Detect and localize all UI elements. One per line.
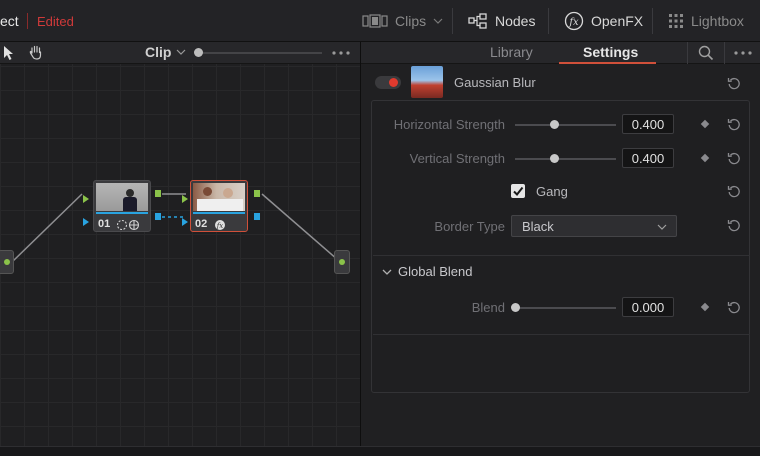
node-02-label: 02: [195, 218, 208, 230]
node-connections: [11, 193, 339, 263]
chevron-down-icon: [382, 269, 392, 275]
section-divider: [373, 334, 750, 335]
gang-checkbox[interactable]: [511, 184, 525, 198]
node-01-thumbnail: [96, 183, 148, 211]
nodes-button[interactable]: Nodes: [468, 10, 535, 32]
chevron-down-icon: [657, 224, 667, 230]
vertical-strength-slider[interactable]: [515, 153, 616, 165]
blend-slider[interactable]: [511, 302, 616, 314]
gang-label: Gang: [536, 184, 568, 199]
keyframe-icon[interactable]: [700, 302, 710, 312]
node-02-thumbnail: [193, 183, 245, 211]
toolbar-divider: [452, 8, 453, 34]
reset-icon[interactable]: [727, 218, 741, 232]
node-02-rgb-input[interactable]: [182, 190, 188, 203]
vertical-strength-label: Vertical Strength: [409, 151, 505, 166]
global-blend-label: Global Blend: [398, 264, 473, 279]
corrector-node-02-selected[interactable]: 02 fx: [190, 180, 248, 232]
clips-button[interactable]: Clips: [362, 10, 443, 32]
horizontal-strength-slider[interactable]: [515, 119, 616, 131]
clips-icon: [362, 14, 388, 28]
fx-icon: fx: [564, 11, 584, 31]
project-title: ect: [0, 13, 19, 29]
node-01-label: 01: [98, 218, 111, 230]
source-input-pad[interactable]: [0, 250, 14, 274]
edited-status: Edited: [37, 14, 74, 29]
node-02-alpha-input[interactable]: [182, 213, 188, 226]
keyframe-icon[interactable]: [700, 153, 710, 163]
horizontal-strength-label: Horizontal Strength: [393, 117, 505, 132]
toolbar-divider: [548, 8, 549, 34]
border-type-value: Black: [522, 219, 554, 234]
node-01-rgb-output[interactable]: [155, 190, 161, 197]
clips-label: Clips: [395, 13, 427, 29]
section-divider: [373, 255, 750, 256]
chevron-down-icon: [433, 18, 443, 24]
reset-icon[interactable]: [727, 300, 741, 314]
corrector-node-01[interactable]: 01: [93, 180, 151, 232]
nodes-label: Nodes: [495, 13, 536, 29]
effect-enable-toggle[interactable]: [375, 76, 401, 89]
top-toolbar: ect Edited Clips Nodes fx OpenFX Lightbo…: [0, 0, 760, 42]
lightbox-button[interactable]: Lightbox: [668, 10, 744, 32]
openfx-inspector: Library Settings Gaussian Blur Horizonta…: [361, 42, 760, 456]
search-icon[interactable]: [698, 45, 714, 61]
active-tab-underline: [559, 62, 656, 64]
vertical-strength-input[interactable]: 0.400: [622, 148, 674, 168]
reset-icon[interactable]: [727, 117, 741, 131]
node-01-status-icons: [116, 219, 140, 231]
blend-input[interactable]: 0.000: [622, 297, 674, 317]
border-type-label: Border Type: [434, 219, 505, 234]
openfx-label: OpenFX: [591, 13, 644, 29]
effect-parameters: Horizontal Strength 0.400 Vertical Stren…: [371, 100, 750, 393]
lightbox-label: Lightbox: [691, 13, 744, 29]
checkmark-icon: [513, 186, 524, 197]
title-divider: [27, 13, 28, 29]
keyframe-icon[interactable]: [700, 119, 710, 129]
inspector-tabs: Library Settings: [361, 42, 760, 64]
reset-icon[interactable]: [727, 151, 741, 165]
openfx-button[interactable]: fx OpenFX: [564, 10, 643, 32]
tab-settings[interactable]: Settings: [583, 44, 638, 60]
more-options-icon[interactable]: [734, 51, 752, 55]
node-01-rgb-input[interactable]: [83, 190, 89, 203]
horizontal-strength-input[interactable]: 0.400: [622, 114, 674, 134]
svg-text:fx: fx: [568, 17, 579, 28]
lightbox-grid-icon: [669, 14, 683, 28]
node-02-alpha-output[interactable]: [254, 213, 260, 220]
nodes-icon: [468, 13, 487, 29]
node-01-alpha-input[interactable]: [83, 213, 89, 226]
tab-library[interactable]: Library: [490, 44, 533, 60]
effect-header: Gaussian Blur: [361, 66, 760, 100]
tabs-divider: [724, 42, 725, 64]
node-02-rgb-output[interactable]: [254, 190, 260, 197]
effect-thumbnail-icon: [411, 66, 443, 98]
output-pad[interactable]: [334, 250, 350, 274]
node-editor[interactable]: Clip 01 02 fx: [0, 42, 360, 456]
effect-name: Gaussian Blur: [454, 75, 536, 90]
node-01-alpha-output[interactable]: [155, 213, 161, 220]
bottom-status-strip: [0, 446, 760, 456]
node-02-fx-icon: fx: [215, 220, 225, 230]
blend-label: Blend: [471, 300, 505, 315]
border-type-dropdown[interactable]: Black: [511, 215, 677, 237]
reset-effect-icon[interactable]: [727, 76, 741, 90]
global-blend-section-header[interactable]: Global Blend: [382, 264, 472, 279]
toolbar-divider: [652, 8, 653, 34]
reset-icon[interactable]: [727, 184, 741, 198]
svg-text:fx: fx: [216, 222, 224, 230]
tabs-divider: [687, 42, 688, 64]
